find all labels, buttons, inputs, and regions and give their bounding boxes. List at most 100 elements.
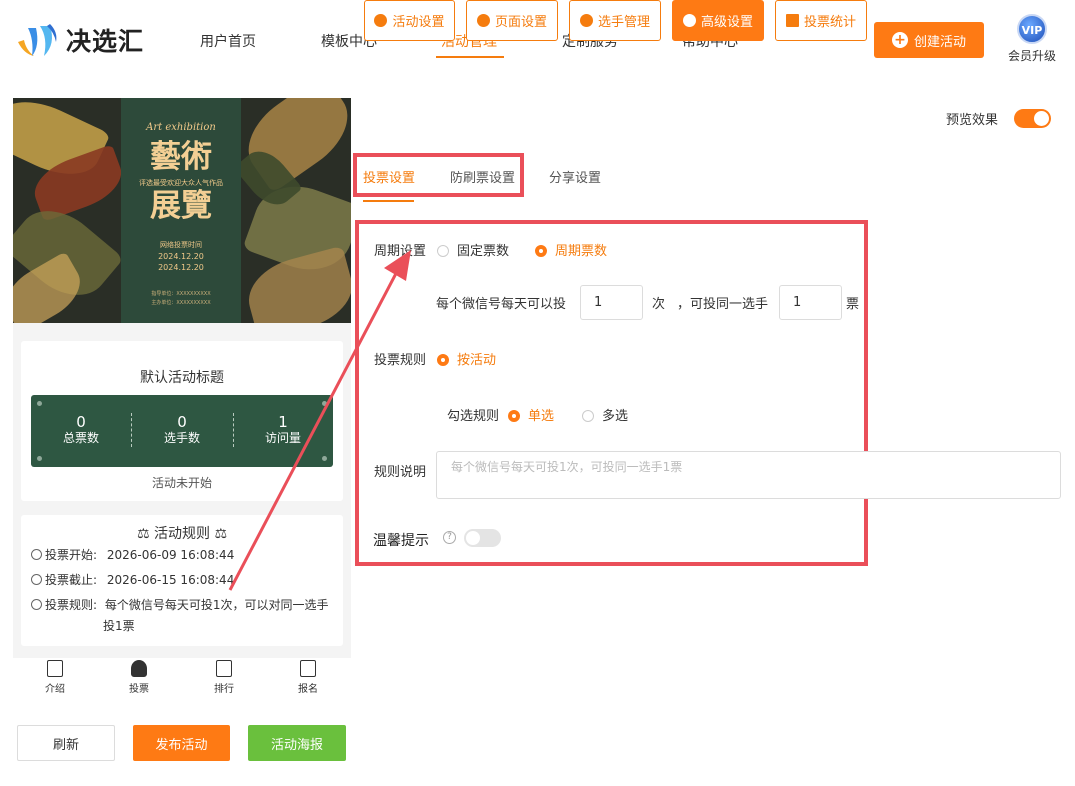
- corner-dot: [322, 456, 327, 461]
- rules-title-text: 活动规则: [154, 526, 210, 542]
- poster-footer-2: 主办单位：XXXXXXXXXX: [151, 300, 211, 306]
- poster-title-1: 藝術: [150, 139, 212, 175]
- tab-activity-settings[interactable]: 活动设置: [364, 0, 455, 41]
- poster-title-panel: Art exhibition 藝術 评选最受欢迎大众人气作品 展覽 网络投票时间…: [121, 98, 241, 323]
- radio-by-activity[interactable]: 按活动: [437, 349, 496, 368]
- stat-visits: 1 访问量: [233, 413, 333, 445]
- radio-circle: [582, 410, 594, 422]
- tabbar-rank[interactable]: 排行: [182, 658, 266, 698]
- rule-vote-value-2: 投1票: [103, 619, 135, 633]
- tab-label: 活动设置: [392, 15, 445, 30]
- radio-periodic-votes[interactable]: 周期票数: [535, 240, 607, 259]
- tab-player-manage[interactable]: 选手管理: [569, 0, 661, 41]
- radio-fixed-votes[interactable]: 固定票数: [437, 240, 509, 259]
- radio-circle: [535, 245, 547, 257]
- bar-chart-icon: [785, 14, 799, 27]
- users-icon: [579, 14, 593, 27]
- subtab-share-settings[interactable]: 分享设置: [549, 167, 601, 186]
- plus-circle-icon: +: [891, 32, 908, 48]
- activity-title: 默认活动标题: [140, 370, 224, 386]
- rule-desc-textarea[interactable]: 每个微信号每天可投1次，可投同一选手1票: [436, 451, 1061, 499]
- stat-value: 1: [278, 413, 288, 431]
- radio-single-choice[interactable]: 单选: [508, 405, 554, 424]
- clock-icon: [31, 549, 42, 560]
- vote-rule-label: 投票规则: [374, 353, 427, 368]
- per-day-text: 每个微信号每天可以投: [436, 297, 567, 312]
- create-activity-label: 创建活动: [913, 34, 966, 50]
- poster-title-2: 展覽: [150, 188, 212, 224]
- rule-start: 投票开始: 2026-06-09 16:08:44: [31, 545, 234, 566]
- star-icon: [374, 14, 388, 27]
- vip-upgrade[interactable]: VIP 会员升级: [1004, 14, 1060, 64]
- rule-start-value: 2026-06-09 16:08:44: [106, 548, 235, 562]
- logo-text: 决选汇: [66, 27, 145, 56]
- tabbar-signup[interactable]: 报名: [266, 658, 350, 698]
- stat-label: 访问量: [264, 431, 301, 445]
- nav-user-home[interactable]: 用户首页: [200, 31, 256, 51]
- gear-icon: [476, 14, 490, 27]
- publish-activity-button[interactable]: 发布活动: [133, 725, 230, 761]
- radio-label: 按活动: [457, 353, 497, 368]
- rule-desc-label: 规则说明: [374, 465, 427, 480]
- stat-label: 选手数: [163, 431, 200, 445]
- poster-date-1: 2024.12.20: [158, 252, 204, 261]
- poster-date-2: 2024.12.20: [158, 263, 204, 272]
- activity-rules-card: ⚖ 活动规则 ⚖ 投票开始: 2026-06-09 16:08:44 投票截止:…: [21, 515, 343, 646]
- tab-page-settings[interactable]: 页面设置: [466, 0, 558, 41]
- stat-value: 0: [177, 413, 187, 431]
- highlight-form-box: [355, 220, 868, 566]
- tab-vote-stats[interactable]: 投票统计: [775, 0, 867, 41]
- rule-end: 投票截止: 2026-06-15 16:08:44: [31, 570, 234, 591]
- same-player-text: ，可投同一选手: [677, 297, 769, 312]
- same-player-input[interactable]: 1: [779, 285, 842, 320]
- tabbar-signup-label: 报名: [298, 684, 318, 695]
- stat-players: 0 选手数: [132, 413, 232, 445]
- tabbar-vote[interactable]: 投票: [97, 658, 181, 698]
- tabbar-intro[interactable]: 介绍: [13, 658, 97, 698]
- refresh-button[interactable]: 刷新: [17, 725, 115, 761]
- activity-poster-button[interactable]: 活动海报: [248, 725, 346, 761]
- rule-end-label: 投票截止:: [45, 573, 98, 587]
- radio-multi-choice[interactable]: 多选: [582, 405, 628, 424]
- corner-dot: [37, 401, 42, 406]
- tab-label: 投票统计: [803, 15, 856, 30]
- rule-end-value: 2026-06-15 16:08:44: [106, 573, 235, 587]
- tab-label: 高级设置: [700, 15, 753, 30]
- id-card-icon: [300, 660, 316, 677]
- tips-label: 温馨提示: [373, 533, 429, 549]
- highlight-subtabs-box: [353, 153, 524, 197]
- gavel-icon: ⚖: [136, 526, 154, 542]
- nav-active-underline: [436, 56, 504, 58]
- sliders-icon: [682, 14, 696, 27]
- tabbar-vote-label: 投票: [129, 684, 149, 695]
- create-activity-button[interactable]: + 创建活动: [874, 22, 984, 58]
- preview-effect-label: 预览效果: [946, 113, 999, 128]
- poster-leaf: [240, 245, 351, 323]
- poster-image: Art exhibition 藝術 评选最受欢迎大众人气作品 展覽 网络投票时间…: [13, 98, 351, 323]
- stat-value: 0: [76, 413, 86, 431]
- per-day-input[interactable]: 1: [580, 285, 643, 320]
- poster-script: Art exhibition: [146, 122, 216, 133]
- radio-label: 单选: [528, 409, 555, 424]
- tabbar-rank-label: 排行: [214, 684, 234, 695]
- poster-subtitle: 评选最受欢迎大众人气作品: [139, 179, 223, 187]
- preview-effect-toggle[interactable]: [1014, 109, 1051, 128]
- rule-vote-value-1: 每个微信号每天可投1次，可以对同一选手: [104, 598, 329, 612]
- radio-label: 固定票数: [457, 244, 510, 259]
- tips-toggle[interactable]: [464, 529, 501, 547]
- bar-chart-icon: [216, 660, 232, 677]
- tab-label: 页面设置: [494, 15, 547, 30]
- unit-votes: 票: [846, 297, 860, 312]
- radio-label: 周期票数: [555, 244, 608, 259]
- rules-title: ⚖ 活动规则 ⚖: [21, 523, 343, 543]
- logo[interactable]: 决选汇: [14, 20, 144, 60]
- stats-panel: 0 总票数 0 选手数 1 访问量: [31, 395, 333, 467]
- rule-start-label: 投票开始:: [45, 548, 98, 562]
- check-rule-label: 勾选规则: [447, 409, 500, 424]
- rule-vote-label: 投票规则:: [45, 598, 98, 612]
- corner-dot: [322, 401, 327, 406]
- tab-advanced-settings[interactable]: 高级设置: [672, 0, 764, 41]
- info-icon: [31, 599, 42, 610]
- help-circle-icon[interactable]: ?: [443, 531, 456, 544]
- radio-circle: [437, 245, 449, 257]
